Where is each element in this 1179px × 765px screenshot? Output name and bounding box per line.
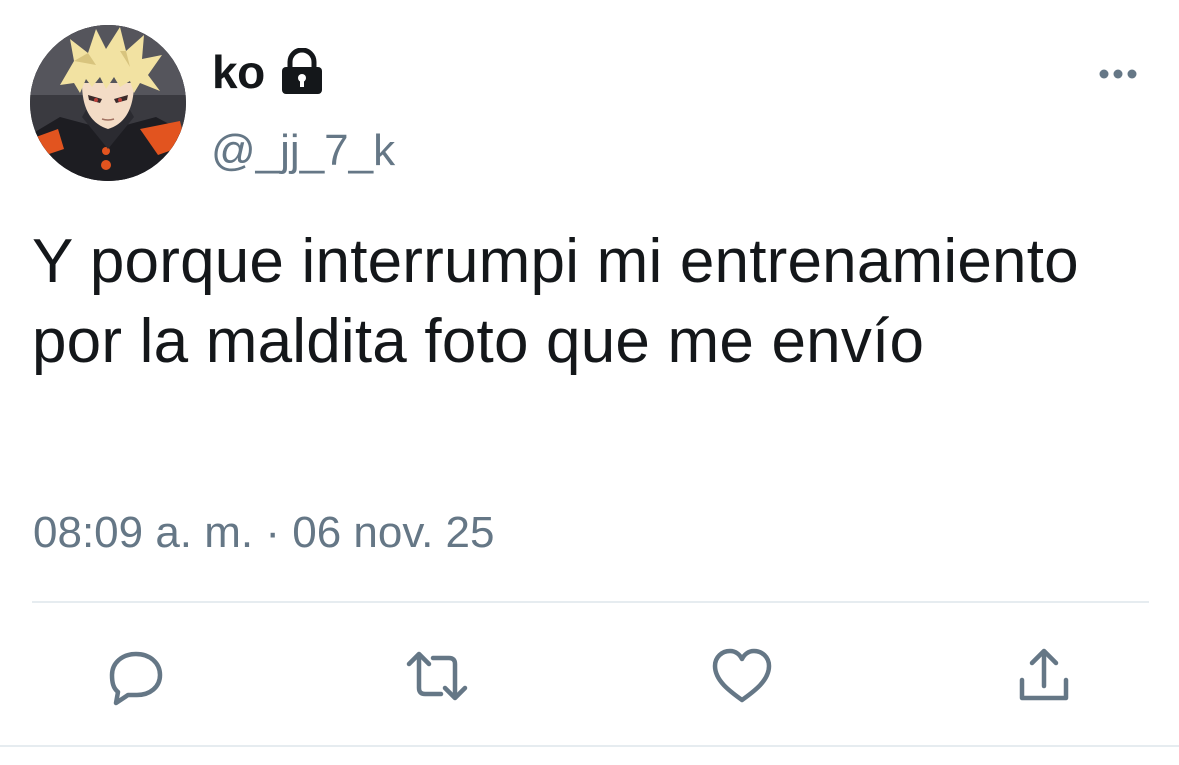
reply-button[interactable] <box>104 644 168 708</box>
retweet-icon <box>406 651 468 701</box>
retweet-button[interactable] <box>405 644 469 708</box>
share-button[interactable] <box>1012 644 1076 708</box>
author-name-row: ko <box>212 42 325 102</box>
avatar[interactable] <box>30 25 186 181</box>
tweet-timestamp[interactable]: 08:09 a. m. · 06 nov. 25 <box>33 508 494 558</box>
reply-icon <box>109 651 163 706</box>
share-icon <box>1019 648 1069 701</box>
tweet-text: Y porque interrumpi mi entrenamiento por… <box>32 227 1079 376</box>
divider <box>32 601 1149 603</box>
lock-icon <box>279 47 325 96</box>
anime-avatar-image <box>30 25 186 181</box>
more-options-icon[interactable] <box>1096 64 1140 84</box>
heart-icon <box>712 648 772 703</box>
bottom-divider <box>0 745 1179 747</box>
display-name[interactable]: ko <box>212 45 265 99</box>
like-button[interactable] <box>710 644 774 708</box>
tweet-detail: ko @_jj_7_k Y porque interrumpi mi entre… <box>0 0 1179 765</box>
author-handle[interactable]: @_jj_7_k <box>211 126 395 176</box>
